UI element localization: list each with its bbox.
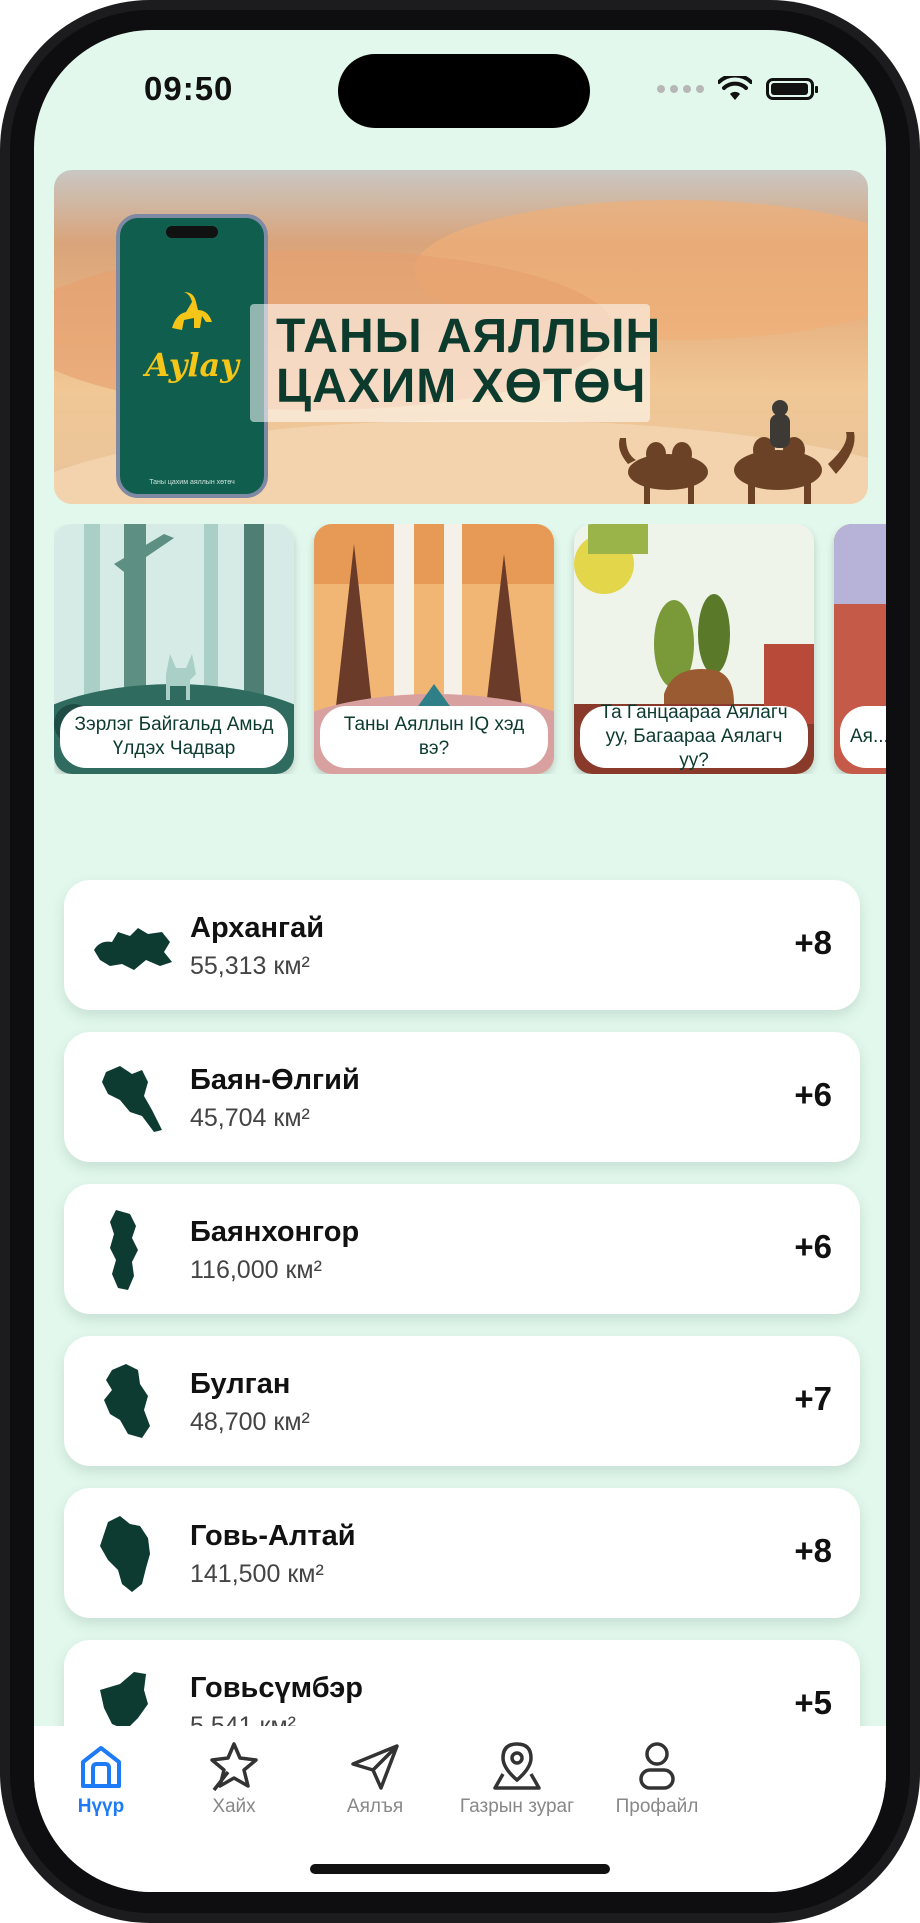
province-area: 55,313 км² xyxy=(190,952,310,980)
province-count: +8 xyxy=(794,1532,832,1569)
province-card[interactable]: Баян-Өлгий 45,704 км² +6 xyxy=(64,1032,860,1162)
banner-app-name: Aylay xyxy=(145,346,239,384)
tab-travel-label: Аялъя xyxy=(346,1796,404,1817)
home-indicator[interactable] xyxy=(310,1864,610,1874)
banner-headline: ТАНЫ АЯЛЛЫН ЦАХИМ ХӨТӨЧ xyxy=(276,310,662,413)
province-count: +8 xyxy=(794,924,832,961)
dynamic-island xyxy=(338,54,590,128)
bayankhongor-map-icon xyxy=(110,1210,138,1290)
tab-home-label: Нүүр xyxy=(77,1796,125,1817)
province-area: 116,000 км² xyxy=(190,1256,322,1284)
bulgan-map-icon xyxy=(104,1364,150,1438)
home-icon xyxy=(81,1746,121,1788)
province-name: Баянхонгор xyxy=(190,1216,360,1248)
tab-profile-label: Профайл xyxy=(615,1796,699,1817)
bayan-olgii-map-icon xyxy=(102,1066,162,1132)
banner-phone-tagline: Таны цахим аяллын хөтөч xyxy=(149,479,235,486)
status-bar: 09:50 xyxy=(34,30,886,150)
app-screen: 09:50 Aylay Таны цахим аяллын хөтөч ТАНЫ… xyxy=(34,30,886,1892)
star-map-icon xyxy=(210,1742,258,1792)
province-card[interactable]: Говь-Алтай 141,500 км² +8 xyxy=(64,1488,860,1618)
province-card[interactable]: Баянхонгор 116,000 км² +6 xyxy=(64,1184,860,1314)
province-name: Баян-Өлгий xyxy=(190,1064,360,1096)
story-card[interactable]: Та Ганцаараа Аялагч уу, Багаараа Аялагч … xyxy=(574,524,814,774)
map-pin-icon xyxy=(493,1742,541,1790)
ibex-logo-icon xyxy=(172,292,212,330)
status-icons xyxy=(657,76,818,102)
battery-icon xyxy=(766,78,818,100)
province-card[interactable]: Архангай 55,313 км² +8 xyxy=(64,880,860,1010)
camel-caravan-image xyxy=(619,400,855,504)
tab-profile[interactable]: Профайл xyxy=(582,1738,732,1818)
story-card[interactable]: Таны Аяллын IQ хэд вэ? xyxy=(314,524,554,774)
phone-frame: 09:50 Aylay Таны цахим аяллын хөтөч ТАНЫ… xyxy=(0,0,920,1923)
story-caption: Таны Аяллын IQ хэд вэ? xyxy=(320,706,548,768)
province-count: +6 xyxy=(794,1228,832,1265)
story-caption: Та Ганцаараа Аялагч уу, Багаараа Аялагч … xyxy=(580,702,808,771)
send-icon xyxy=(351,1744,399,1790)
banner-phone-image: Aylay Таны цахим аяллын хөтөч xyxy=(116,214,268,498)
wifi-icon xyxy=(718,76,752,100)
arkhangai-map-icon xyxy=(94,928,172,970)
govi-altai-map-icon xyxy=(100,1516,150,1592)
tab-home[interactable]: Нүүр xyxy=(34,1738,176,1818)
tab-map[interactable]: Газрын зураг xyxy=(442,1738,592,1818)
province-area: 45,704 км² xyxy=(190,1104,310,1132)
province-name: Булган xyxy=(190,1368,291,1400)
province-count: +7 xyxy=(794,1380,832,1417)
tab-search[interactable]: Хайх xyxy=(159,1738,309,1818)
province-count: +6 xyxy=(794,1076,832,1113)
story-caption: Зэрлэг Байгальд Амьд Үлдэх Чадвар xyxy=(60,706,288,768)
tab-search-label: Хайх xyxy=(212,1796,256,1817)
province-name: Говьсүмбэр xyxy=(190,1672,363,1704)
tab-travel[interactable]: Аялъя xyxy=(300,1738,450,1818)
province-count: +5 xyxy=(794,1684,832,1721)
province-name: Архангай xyxy=(190,912,325,944)
province-card[interactable]: Булган 48,700 км² +7 xyxy=(64,1336,860,1466)
user-icon xyxy=(639,1742,675,1790)
promo-banner[interactable]: Aylay Таны цахим аяллын хөтөч ТАНЫ АЯЛЛЫ… xyxy=(54,170,868,504)
province-area: 141,500 км² xyxy=(190,1560,324,1588)
story-card[interactable]: Зэрлэг Байгальд Амьд Үлдэх Чадвар xyxy=(54,524,294,774)
tab-map-label: Газрын зураг xyxy=(459,1796,575,1817)
story-carousel[interactable]: Зэрлэг Байгальд Амьд Үлдэх Чадвар Таны А… xyxy=(54,524,886,774)
story-caption: Ая... xyxy=(840,706,886,768)
province-name: Говь-Алтай xyxy=(190,1520,356,1552)
story-card[interactable]: Ая... xyxy=(834,524,886,774)
signal-dots-icon xyxy=(657,85,704,93)
province-area: 48,700 км² xyxy=(190,1408,310,1436)
status-time: 09:50 xyxy=(144,70,234,107)
